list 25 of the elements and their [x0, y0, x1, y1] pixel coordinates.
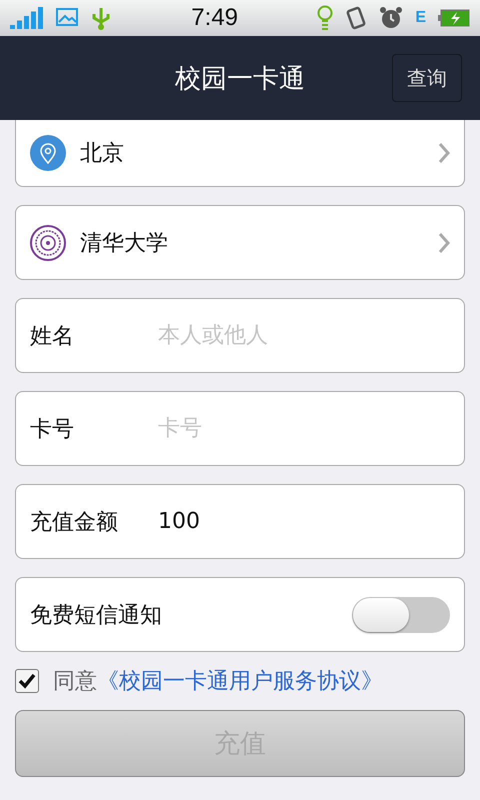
chevron-right-icon: [438, 142, 450, 164]
agreement-link[interactable]: 《校园一卡通用户服务协议》: [97, 666, 383, 696]
field-label: 姓名: [30, 322, 75, 350]
page-title: 校园一卡通: [175, 62, 305, 96]
toggle-label: 免费短信通知: [30, 602, 162, 630]
alarm-clock-icon: [379, 6, 404, 30]
emblem-icon: [30, 224, 66, 260]
field-label: 卡号: [30, 416, 75, 444]
field-label: 充值金额: [30, 508, 119, 536]
agree-label: 同意: [53, 668, 97, 696]
battery-icon: [438, 9, 470, 27]
usb-icon: [90, 6, 112, 30]
network-type: E: [415, 9, 426, 27]
image-icon: [56, 8, 78, 28]
selector-row[interactable]: 清华大学: [15, 205, 465, 280]
toggle-switch[interactable]: [352, 596, 450, 632]
query-button[interactable]: 查询: [392, 54, 462, 102]
signal-icon: [10, 7, 44, 29]
checkbox[interactable]: [15, 669, 39, 693]
selector-row[interactable]: 北京: [15, 120, 465, 187]
clock-time: 7:49: [191, 4, 238, 32]
chevron-right-icon: [438, 232, 450, 254]
lightbulb-icon: [317, 5, 334, 31]
map-pin-icon: [30, 135, 66, 171]
rotate-phone-icon: [345, 5, 368, 31]
